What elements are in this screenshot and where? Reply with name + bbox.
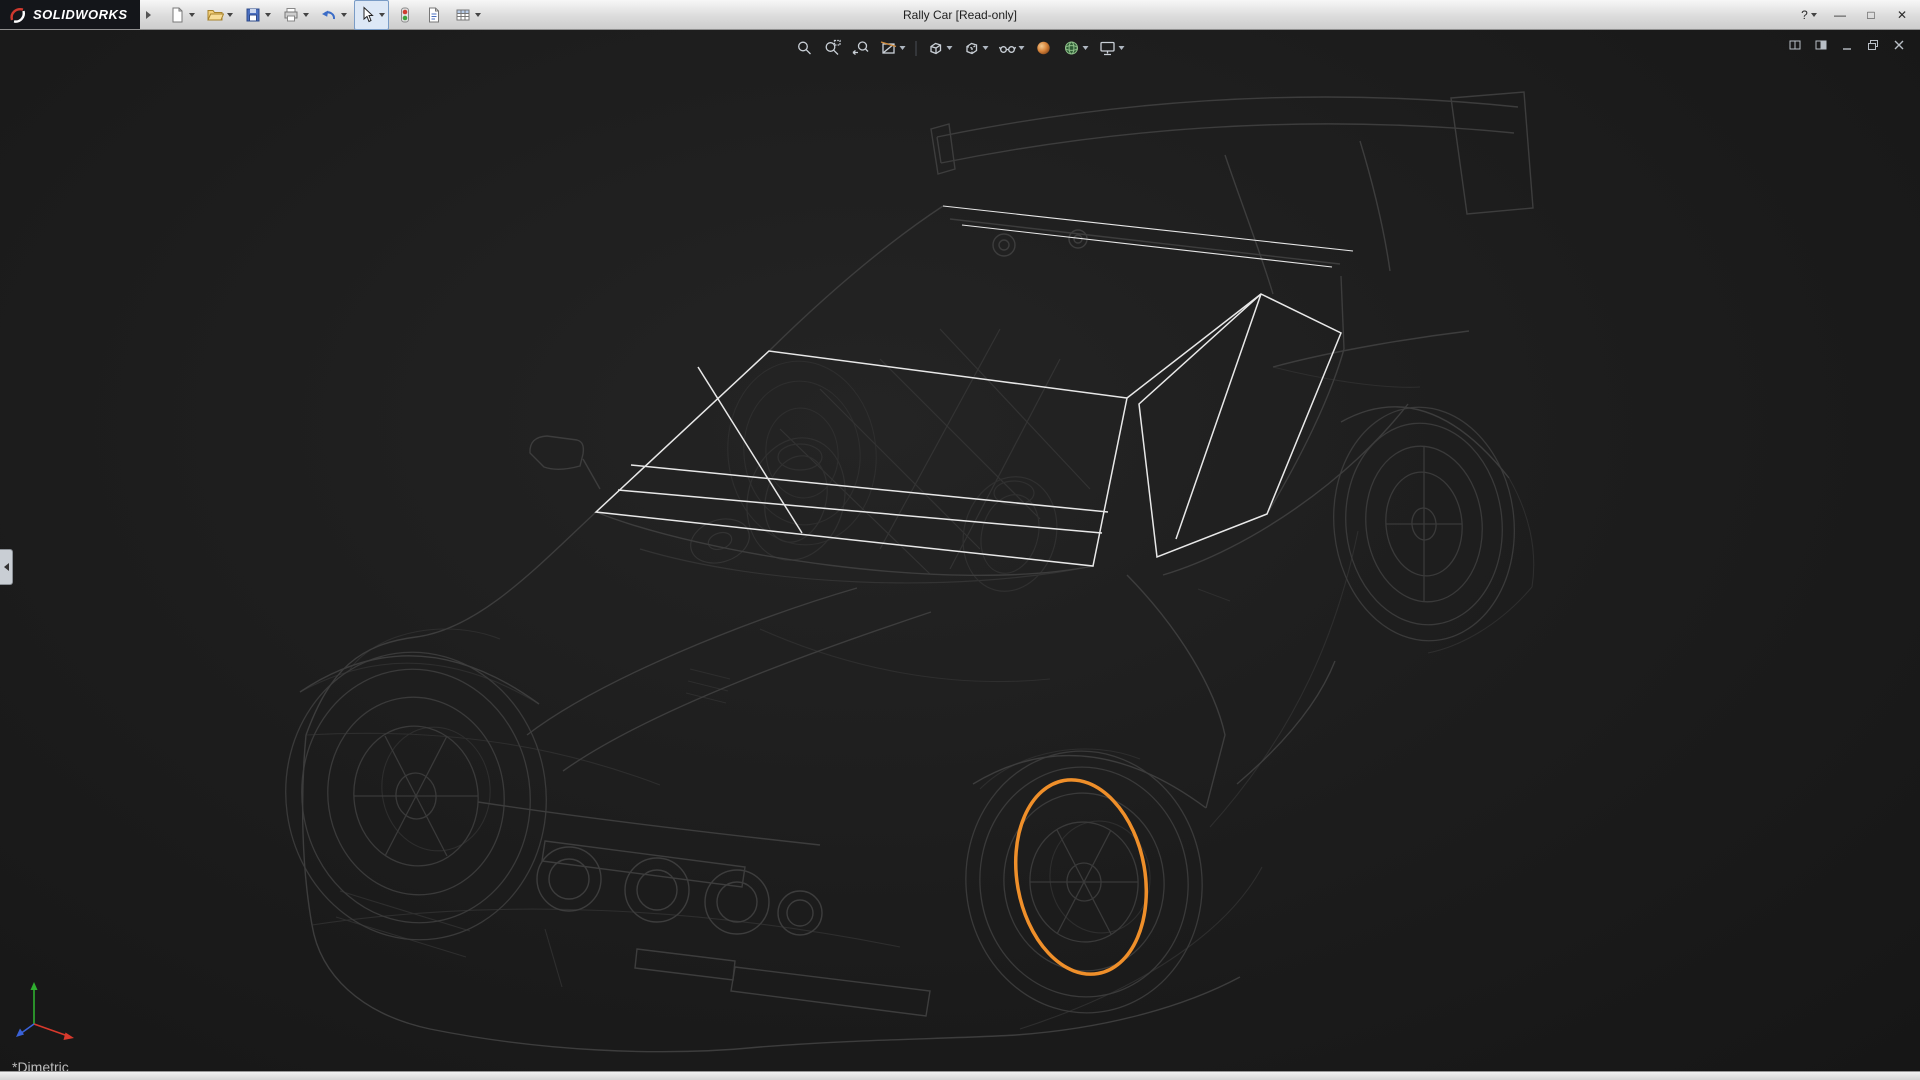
view-orientation-button[interactable] [924,35,956,61]
chevron-left-icon [4,563,9,571]
tile-pane-icon [1788,38,1802,52]
minimize-document-button[interactable] [1837,36,1856,54]
dropdown-arrow-icon [379,13,385,17]
save-icon [244,6,262,24]
edit-appearance-icon [1035,39,1053,57]
chevron-right-icon [146,11,151,19]
options-icon [454,6,472,24]
model-highlighted-edges [596,206,1353,566]
triad-z-arrow [16,1029,24,1038]
graphics-viewport[interactable]: *Dimetric [0,29,1920,1072]
app-name: SOLIDWORKS [33,7,128,22]
zoom-to-area-button[interactable] [821,35,845,61]
print-icon [282,6,300,24]
model-wireframe-rally-car[interactable] [0,29,1920,1072]
file-properties-button[interactable] [421,0,447,30]
select-button[interactable] [354,0,389,30]
restore-document-button[interactable] [1863,36,1882,54]
dropdown-arrow-icon [900,46,906,50]
reference-triad [6,972,90,1056]
document-title: Rally Car [Read-only] [903,0,1017,29]
triad-x-axis [34,1024,68,1036]
toolbar-separator [916,41,917,56]
dropdown-arrow-icon [1083,46,1089,50]
open-button[interactable] [202,0,237,30]
title-bar: SOLIDWORKS [0,0,1920,30]
section-view-button[interactable] [877,35,909,61]
select-cursor-icon [358,6,376,24]
main-toolbar [156,0,485,30]
featuremanager-collapse-tab[interactable] [0,549,13,585]
dropdown-arrow-icon [947,46,953,50]
print-button[interactable] [278,0,313,30]
zoom-to-fit-icon [796,39,814,57]
document-window-controls [1785,36,1908,54]
minimize-document-icon [1840,38,1854,52]
new-document-button[interactable] [164,0,199,30]
zoom-to-area-icon [824,39,842,57]
dropdown-arrow-icon [983,46,989,50]
split-pane-icon [1814,38,1828,52]
rebuild-icon [396,6,414,24]
model-wheels [267,398,1526,1024]
headsup-view-toolbar [793,35,1128,61]
section-view-icon [880,39,898,57]
zoom-to-fit-button[interactable] [793,35,817,61]
hide-show-items-icon [999,39,1017,57]
close-button[interactable]: ✕ [1888,4,1916,26]
display-style-icon [963,39,981,57]
previous-view-button[interactable] [849,35,873,61]
help-button[interactable]: ? [1795,4,1823,26]
dropdown-arrow-icon [1119,46,1125,50]
rebuild-button[interactable] [392,0,418,30]
display-style-button[interactable] [960,35,992,61]
dropdown-arrow-icon [341,13,347,17]
open-folder-icon [206,6,224,24]
options-button[interactable] [450,0,485,30]
file-properties-icon [425,6,443,24]
close-document-icon [1892,38,1906,52]
undo-icon [320,6,338,24]
dropdown-arrow-icon [1811,13,1817,17]
minimize-button[interactable]: — [1826,4,1854,26]
solidworks-logo-mark [8,5,27,24]
restore-document-icon [1866,38,1880,52]
dropdown-arrow-icon [303,13,309,17]
dropdown-arrow-icon [265,13,271,17]
model-interior-cage [640,329,1093,602]
apply-scene-icon [1063,39,1081,57]
save-button[interactable] [240,0,275,30]
triad-y-arrow [31,982,38,990]
dropdown-arrow-icon [1019,46,1025,50]
apply-scene-button[interactable] [1060,35,1092,61]
hide-show-items-button[interactable] [996,35,1028,61]
window-controls: ? — □ ✕ [1795,0,1916,29]
undo-button[interactable] [316,0,351,30]
new-document-icon [168,6,186,24]
view-orientation-icon [927,39,945,57]
split-pane-button[interactable] [1811,36,1830,54]
dropdown-arrow-icon [475,13,481,17]
previous-view-icon [852,39,870,57]
status-bar [0,1071,1920,1080]
restore-button[interactable]: □ [1857,4,1885,26]
close-document-button[interactable] [1889,36,1908,54]
view-settings-icon [1099,39,1117,57]
tile-pane-button[interactable] [1785,36,1804,54]
edit-appearance-button[interactable] [1032,35,1056,61]
dropdown-arrow-icon [189,13,195,17]
solidworks-logo: SOLIDWORKS [0,0,140,29]
view-settings-button[interactable] [1096,35,1128,61]
menu-flyout-button[interactable] [142,4,156,26]
triad-x-arrow [64,1033,75,1041]
dropdown-arrow-icon [227,13,233,17]
